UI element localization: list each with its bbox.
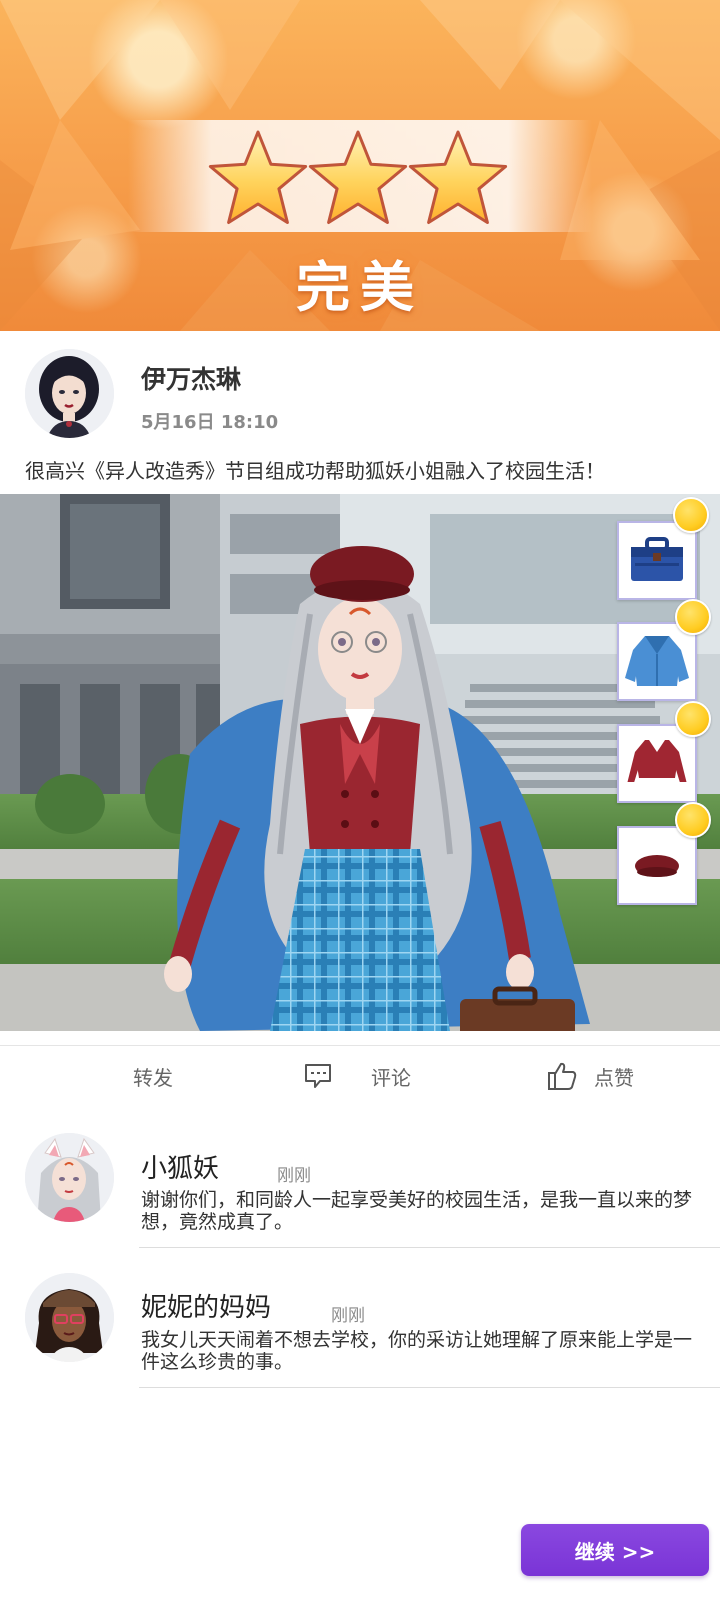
comment-divider [139,1387,720,1388]
continue-button[interactable]: 继续 >> [521,1524,709,1576]
author-avatar[interactable] [25,349,114,438]
thumbs-up-icon [548,1062,577,1090]
comment-button[interactable]: 评论 [303,1061,411,1091]
star-icon [308,130,408,224]
rating-stars [208,130,508,224]
star-icon [208,130,308,224]
scene-illustration [0,494,720,1031]
outfit-scene [0,494,720,1031]
briefcase-icon [631,537,683,581]
smiley-reaction-icon [675,599,711,635]
jacket-icon [625,636,689,686]
smiley-reaction-icon [673,497,709,533]
post-author-name[interactable]: 伊万杰琳 [141,360,241,396]
beret-icon [635,855,679,877]
item-card-bag[interactable] [617,521,697,600]
comment-text: 谢谢你们，和同龄人一起享受美好的校园生活，是我一直以来的梦想，竟然成真了。 [141,1189,693,1233]
smiley-reaction-icon [675,701,711,737]
commenter-avatar-mother[interactable] [25,1273,114,1362]
smiley-reaction-icon [675,802,711,838]
item-card-top[interactable] [617,724,697,803]
result-banner: 完美 [0,0,720,331]
rating-label: 完美 [296,255,424,319]
item-card-hat[interactable] [617,826,697,905]
item-card-jacket[interactable] [617,622,697,701]
post-timestamp: 5月16日 18:10 [141,412,279,433]
comment-time: 刚刚 [331,1306,365,1326]
like-label: 点赞 [594,1065,634,1090]
action-divider [0,1045,720,1046]
comment-time: 刚刚 [277,1166,311,1186]
star-icon [408,130,508,224]
comment-author[interactable]: 妮妮的妈妈 [141,1287,271,1324]
comment-icon [305,1064,331,1088]
fox-girl-avatar-illustration [25,1133,114,1222]
author-avatar-illustration [25,349,114,438]
comment-text: 我女儿天天闹着不想去学校，你的采访让她理解了原来能上学是一件这么珍贵的事。 [141,1329,693,1373]
post-text: 很高兴《异人改造秀》节目组成功帮助狐妖小姐融入了校园生活！ [25,459,605,483]
share-label: 转发 [133,1065,173,1090]
commenter-avatar-fox[interactable] [25,1133,114,1222]
share-button[interactable]: 转发 [133,1061,173,1091]
like-button[interactable]: 点赞 [546,1061,634,1091]
comment-label: 评论 [371,1065,411,1090]
blouse-icon [625,740,689,787]
comment-author[interactable]: 小狐妖 [141,1148,219,1185]
comment-divider [139,1247,720,1248]
mother-avatar-illustration [25,1273,114,1362]
